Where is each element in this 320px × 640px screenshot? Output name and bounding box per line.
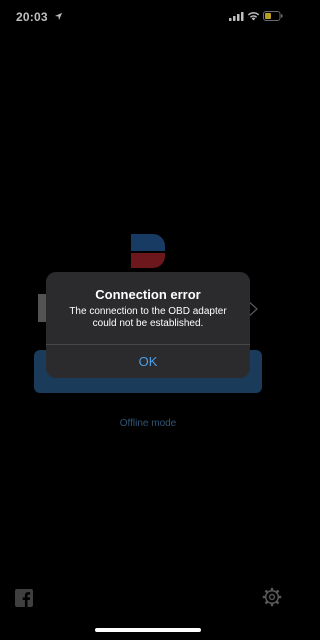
connection-error-alert: Connection error The connection to the O… [46, 272, 250, 378]
home-indicator[interactable] [95, 628, 201, 632]
alert-title: Connection error [95, 287, 201, 302]
alert-message-line-1: The connection to the OBD adapter [69, 306, 227, 317]
alert-message: The connection to the OBD adapter could … [56, 306, 240, 330]
alert-message-line-2: could not be established. [92, 318, 204, 329]
ok-button[interactable]: OK [46, 345, 250, 378]
